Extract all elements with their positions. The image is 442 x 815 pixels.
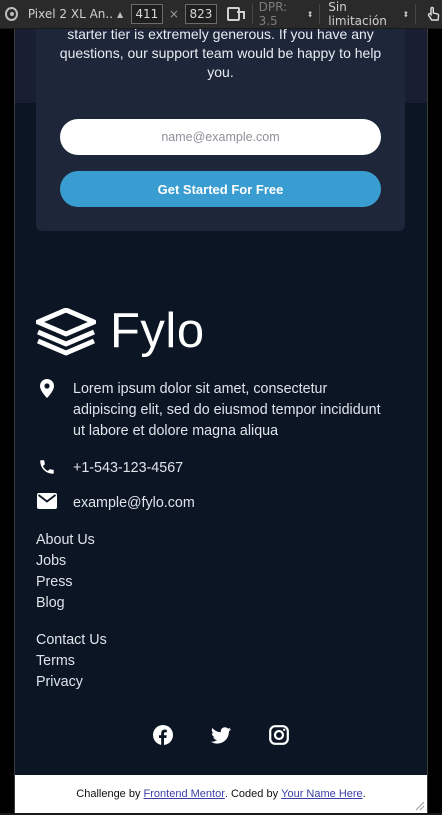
phone-row: +1-543-123-4567: [36, 458, 383, 479]
attribution-suffix: .: [362, 788, 366, 800]
email-row: example@fylo.com: [36, 493, 383, 514]
devtools-toolbar: Pixel 2 XL An... ▲ 411 × 823 DPR: 3.5 ⬍ …: [0, 0, 442, 29]
twitter-icon[interactable]: [211, 725, 231, 745]
footer-link-terms[interactable]: Terms: [36, 651, 107, 672]
chrome-icon: [5, 7, 18, 21]
location-pin-icon: [36, 379, 58, 398]
updown-arrow-icon: ⬍: [306, 9, 314, 19]
resize-handle-icon[interactable]: [415, 801, 425, 811]
facebook-icon[interactable]: [153, 725, 173, 745]
fylo-logo-icon: [36, 307, 96, 355]
toolbar-divider: [319, 4, 321, 24]
early-access-card: starter tier is extremely generous. If y…: [36, 29, 405, 231]
footer-link-about[interactable]: About Us: [36, 530, 95, 551]
page-viewport: starter tier is extremely generous. If y…: [15, 29, 427, 813]
footer-link-contact[interactable]: Contact Us: [36, 630, 107, 651]
attribution-bar: Challenge by Frontend Mentor . Coded by …: [15, 775, 427, 813]
touch-icon[interactable]: [426, 5, 442, 23]
footer-link-press[interactable]: Press: [36, 572, 95, 593]
email-text: example@fylo.com: [73, 495, 195, 511]
author-link[interactable]: Your Name Here: [281, 788, 363, 800]
toolbar-divider: [251, 4, 253, 24]
dpr-label: DPR: 3.5: [258, 0, 288, 28]
logo-wordmark: Fylo: [110, 304, 205, 358]
frontend-mentor-link[interactable]: Frontend Mentor: [144, 788, 225, 800]
footer-link-privacy[interactable]: Privacy: [36, 672, 107, 693]
footer-link-blog[interactable]: Blog: [36, 593, 95, 614]
device-select-label: Pixel 2 XL An...: [27, 7, 113, 21]
cta-description: starter tier is extremely generous. If y…: [59, 29, 382, 80]
updown-arrow-icon: ⬍: [402, 9, 410, 19]
rotate-icon[interactable]: [226, 7, 245, 21]
social-links: [15, 725, 427, 745]
address-row: Lorem ipsum dolor sit amet, consectetur …: [36, 379, 383, 442]
dpr-select[interactable]: DPR: 3.5 ⬍: [259, 0, 314, 28]
attribution-prefix: Challenge by: [76, 788, 144, 800]
throttling-label: Sin limitación: [328, 0, 387, 28]
attribution-middle: . Coded by: [224, 788, 282, 800]
dimension-separator: ×: [168, 7, 179, 21]
toolbar-divider: [415, 4, 417, 24]
updown-arrow-icon: ▲: [116, 9, 123, 19]
email-input[interactable]: [60, 119, 381, 155]
height-input[interactable]: 823: [184, 4, 217, 24]
address-text: Lorem ipsum dolor sit amet, consectetur …: [73, 381, 381, 439]
footer-links-group-2: Contact Us Terms Privacy: [36, 630, 107, 693]
get-started-button[interactable]: Get Started For Free: [60, 171, 381, 207]
footer-links-group-1: About Us Jobs Press Blog: [36, 530, 95, 614]
device-select[interactable]: Pixel 2 XL An... ▲: [28, 7, 123, 21]
mail-icon: [36, 493, 58, 509]
phone-text: +1-543-123-4567: [73, 460, 184, 476]
width-input[interactable]: 411: [130, 4, 163, 24]
footer-logo[interactable]: Fylo: [36, 307, 205, 356]
throttling-select[interactable]: Sin limitación ⬍: [328, 0, 409, 28]
phone-icon: [36, 458, 58, 476]
instagram-icon[interactable]: [269, 725, 289, 745]
footer-link-jobs[interactable]: Jobs: [36, 551, 95, 572]
